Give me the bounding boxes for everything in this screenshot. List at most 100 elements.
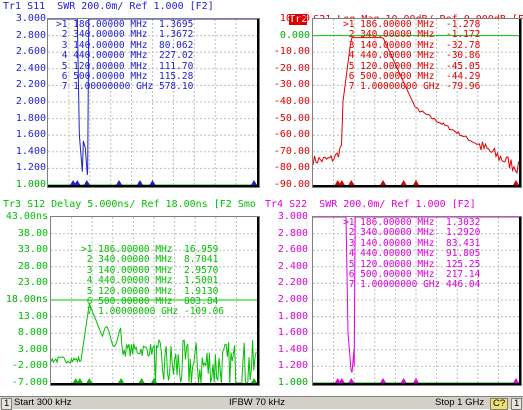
- plot-area-3[interactable]: >1 186.00000 MHz 16.959 2 340.00000 MHz …: [50, 216, 260, 386]
- marker-readout: >1 186.00000 MHz 1.3695 2 340.00000 MHz …: [56, 19, 194, 93]
- marker-number: 5: [56, 60, 74, 72]
- y-tick-label: 43.00ns: [5, 211, 48, 222]
- marker-frequency: 1.00000000 GHz: [98, 306, 184, 318]
- status-bar: 1 Start 300 kHz IFBW 70 kHz Stop 1 GHz C…: [0, 396, 523, 410]
- y-tick-label: 0.000: [279, 29, 310, 41]
- marker-triangle: [151, 378, 157, 383]
- trace-pane-4[interactable]: Tr4 S22 SWR 200.0m/ Ref 1.000 [F2] 3.000…: [262, 198, 523, 396]
- ifbw[interactable]: IFBW 70 kHz: [229, 397, 285, 409]
- marker-number: 7: [343, 279, 361, 291]
- marker-number: >1: [56, 19, 74, 30]
- marker-triangle: [149, 180, 156, 185]
- marker-number: 4: [343, 50, 361, 62]
- marker-number: 2: [56, 29, 74, 41]
- plot-area-4[interactable]: >1 186.00000 MHz 1.3032 2 340.00000 MHz …: [312, 216, 522, 386]
- marker-frequency: 340.00000 MHz: [360, 227, 446, 239]
- y-tick-label: 1.400: [15, 145, 46, 157]
- trace-pane-1[interactable]: Tr1 S11 SWR 200.0m/ Ref 1.000 [F2] 3.000…: [0, 0, 261, 198]
- y-tick-label: 2.600: [15, 46, 46, 58]
- marker-readout: >1 186.00000 MHz 16.959 2 340.00000 MHz …: [81, 244, 224, 318]
- marker-frequency: 120.00000 MHz: [98, 285, 184, 297]
- stop-frequency[interactable]: Stop 1 GHz: [435, 397, 484, 409]
- y-tick-label: -80.00: [273, 162, 310, 174]
- plot-area-1[interactable]: >1 186.00000 MHz 1.3695 2 340.00000 MHz …: [47, 18, 260, 188]
- marker-value: 1.2920: [445, 227, 481, 239]
- y-tick-label: 13.00: [17, 310, 48, 322]
- trace-title-2[interactable]: Tr2 S21 Log Mag 10.00dB/ Ref 0.000dB [F2…: [265, 0, 523, 25]
- marker-triangle: [251, 378, 257, 383]
- calibration-status[interactable]: C?: [490, 398, 509, 410]
- marker-triangle: [348, 180, 355, 185]
- marker-triangle: [348, 378, 355, 383]
- marker-triangle: [338, 378, 345, 383]
- marker-value: -32.78: [445, 39, 481, 51]
- marker-frequency: 500.00000 MHz: [98, 296, 184, 308]
- marker-number: >1: [81, 244, 99, 255]
- marker-value: 2.9570: [183, 264, 219, 276]
- marker-number: 5: [343, 60, 361, 72]
- marker-number: 5: [81, 285, 99, 297]
- marker-number: 6: [81, 296, 99, 308]
- trace-pane-2[interactable]: Tr2 S21 Log Mag 10.00dB/ Ref 0.000dB [F2…: [262, 0, 523, 198]
- marker-value: 217.14: [445, 269, 481, 281]
- y-tick-label: 2.000: [15, 96, 46, 107]
- marker-value: 803.84: [183, 296, 219, 308]
- marker-frequency: 140.00000 MHz: [360, 237, 446, 249]
- marker-frequency: 340.00000 MHz: [98, 254, 184, 266]
- marker-frequency: 186.00000 MHz: [73, 19, 159, 30]
- marker-number: 2: [343, 227, 361, 239]
- marker-frequency: 140.00000 MHz: [360, 39, 446, 51]
- marker-triangle: [251, 180, 257, 185]
- y-tick-label: -40.00: [273, 96, 310, 107]
- channel-indicator[interactable]: 1: [1, 398, 13, 410]
- marker-triangle: [400, 378, 407, 383]
- marker-value: -45.05: [445, 60, 481, 72]
- window-number[interactable]: 1: [511, 398, 523, 410]
- y-tick-label: 1.200: [277, 360, 308, 372]
- marker-frequency: 1.00000000 GHz: [73, 81, 159, 93]
- marker-frequency: 500.00000 MHz: [360, 71, 446, 83]
- marker-row[interactable]: 7 1.00000000 GHz 446.04: [343, 279, 481, 291]
- y-tick-label: 10.00: [279, 13, 310, 24]
- start-frequency[interactable]: Start 300 kHz: [14, 397, 72, 409]
- y-tick-label: 2.800: [15, 29, 46, 41]
- plot-area-2[interactable]: >1 186.00000 MHz -1.278 2 340.00000 MHz …: [312, 18, 522, 188]
- marker-value: -44.29: [445, 71, 481, 83]
- y-tick-label: 2.000: [277, 294, 308, 305]
- marker-frequency: 186.00000 MHz: [360, 19, 446, 30]
- marker-value: 1.3672: [158, 29, 194, 41]
- marker-frequency: 140.00000 MHz: [98, 264, 184, 276]
- y-axis-1: 3.000 2.800 2.600 2.400 2.200 2.000 1.800 1.600…: [0, 13, 46, 198]
- marker-value: 227.02: [158, 50, 194, 62]
- y-tick-label: -10.00: [273, 46, 310, 58]
- marker-triangle: [413, 378, 419, 383]
- trace-pane-3[interactable]: Tr3 S12 Delay 5.000ns/ Ref 18.00ns [F2 S…: [0, 198, 261, 396]
- marker-number: 2: [343, 29, 361, 41]
- marker-frequency: 140.00000 MHz: [73, 39, 159, 51]
- marker-row[interactable]: 7 1.00000000 GHz -79.96: [343, 81, 481, 93]
- marker-triangle: [380, 180, 387, 185]
- marker-row[interactable]: 7 1.00000000 GHz -109.06: [81, 307, 224, 317]
- y-tick-label: 38.00: [17, 227, 48, 239]
- marker-frequency: 120.00000 MHz: [360, 60, 446, 72]
- trace-title-1[interactable]: Tr1 S11 SWR 200.0m/ Ref 1.000 [F2]: [3, 0, 214, 13]
- y-tick-label: 3.000: [17, 343, 48, 355]
- marker-value: -79.96: [445, 81, 481, 93]
- marker-number: 6: [56, 71, 74, 83]
- trace-title-4[interactable]: Tr4 S22 SWR 200.0m/ Ref 1.000 [F2]: [265, 198, 476, 211]
- marker-value: 80.062: [158, 39, 194, 51]
- y-tick-label: 1.200: [15, 162, 46, 174]
- y-tick-label: 2.400: [15, 62, 46, 74]
- marker-value: -109.06: [183, 306, 225, 318]
- y-tick-label: 3.000: [277, 211, 308, 222]
- marker-number: 2: [81, 254, 99, 266]
- trace-title-3[interactable]: Tr3 S12 Delay 5.000ns/ Ref 18.00ns [F2 S…: [3, 198, 256, 211]
- marker-row[interactable]: 7 1.00000000 GHz 578.10: [56, 81, 194, 93]
- marker-frequency: 120.00000 MHz: [360, 258, 446, 270]
- marker-number: 3: [343, 39, 361, 51]
- y-tick-label: 1.000: [277, 377, 308, 388]
- marker-value: 446.04: [445, 279, 481, 291]
- marker-readout: >1 186.00000 MHz 1.3032 2 340.00000 MHz …: [343, 217, 481, 291]
- y-tick-label: 1.600: [277, 327, 308, 339]
- y-axis-2: 10.00 0.000 -10.00 -20.00 -30.00 -40.00 -50.00…: [262, 13, 310, 198]
